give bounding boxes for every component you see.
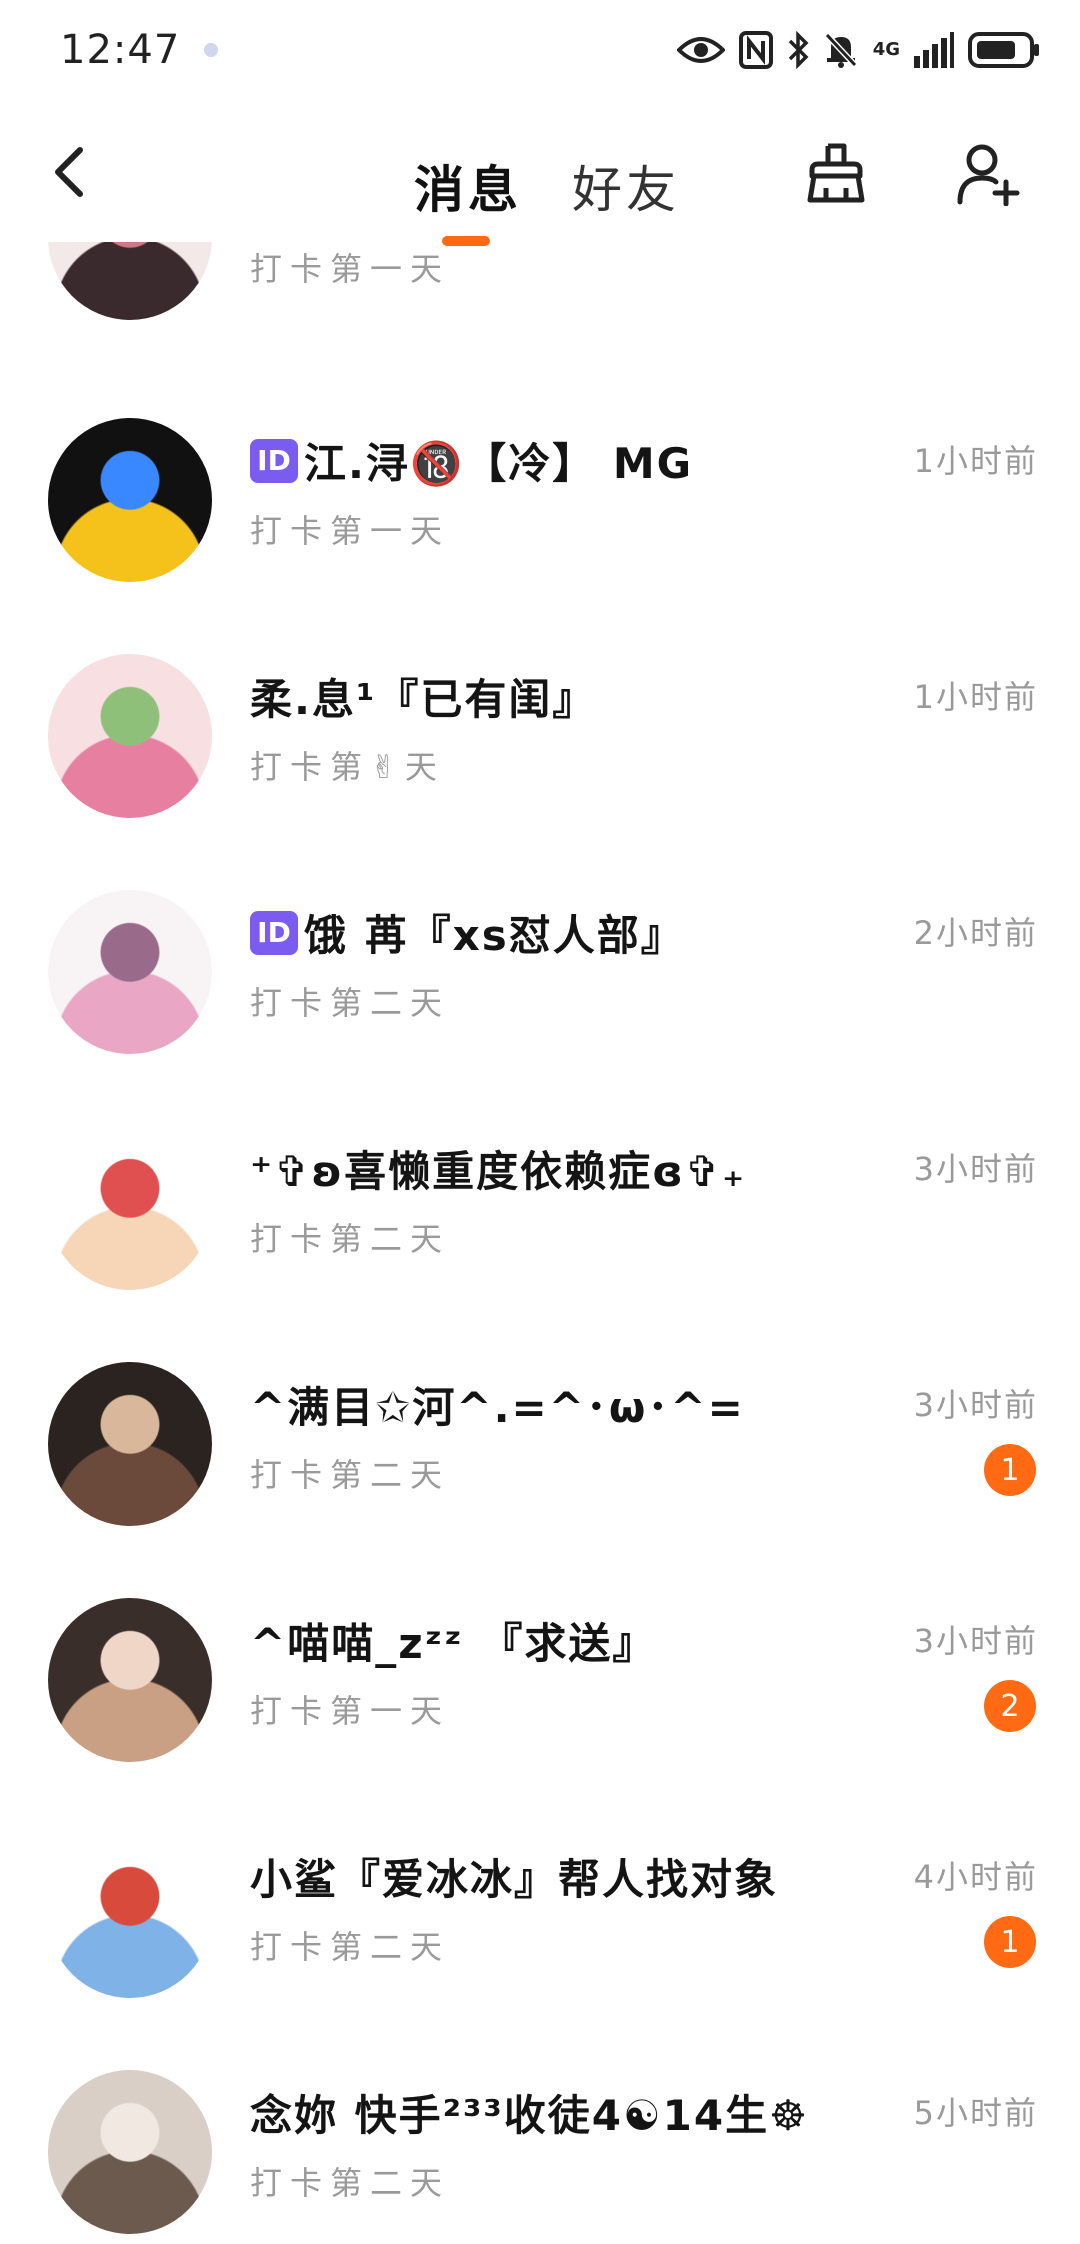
battery-icon <box>968 28 1040 72</box>
item-time: 3小时前 <box>913 1150 1038 1188</box>
bluetooth-icon <box>787 28 809 72</box>
tab-friends[interactable]: 好友 <box>572 150 680 222</box>
unread-badge: 1 <box>984 1444 1036 1496</box>
item-time: 1小时前 <box>913 442 1038 480</box>
item-name: 柔.息¹『已有闺』 <box>250 666 596 727</box>
item-name-text: 饿 苒『xs怼人部』 <box>304 911 685 960</box>
avatar <box>48 242 212 320</box>
item-name-text: 小鲨『爱冰冰』帮人找对象 <box>250 1855 779 1904</box>
item-time: 3小时前 <box>913 1622 1038 1660</box>
item-subtitle: 打卡第一天 <box>250 512 451 550</box>
item-subtitle: 打卡第✌天 <box>250 748 445 786</box>
list-item[interactable]: ^喵喵_zᶻᶻ 『求送』 打卡第一天 3小时前 2 <box>0 1598 1080 1834</box>
network-type-label: 4G <box>872 39 900 60</box>
avatar <box>48 1126 212 1290</box>
item-name: 小鲨『爱冰冰』帮人找对象 <box>250 1846 778 1907</box>
list-item[interactable]: ^满目✩河^.=^･ω･^= 打卡第二天 3小时前 1 <box>0 1362 1080 1598</box>
item-name: ID 江.浔🔞【冷】 MG <box>250 430 693 491</box>
list-item[interactable]: ⁺✞ʚ喜懒重度依赖症ɞ✞₊ 打卡第二天 3小时前 <box>0 1126 1080 1362</box>
item-time: 1小时前 <box>913 678 1038 716</box>
screen: 12:47 4G 消息 好友 打卡第一天 ID 江.浔🔞【冷】 MG 打卡第一天… <box>0 0 1080 2244</box>
broom-icon <box>807 143 865 203</box>
nfc-icon <box>738 28 773 72</box>
signal-icon <box>914 28 954 72</box>
nav-bar: 消息 好友 <box>0 120 1080 250</box>
chevron-left-icon <box>55 147 83 197</box>
status-time: 12:47 <box>60 27 181 73</box>
item-name: ^喵喵_zᶻᶻ 『求送』 <box>250 1610 656 1671</box>
notification-dot-icon <box>204 43 219 57</box>
item-subtitle: 打卡第一天 <box>250 250 451 288</box>
item-time: 5小时前 <box>913 2094 1038 2132</box>
list-item[interactable]: ID 江.浔🔞【冷】 MG 打卡第一天 1小时前 <box>0 418 1080 654</box>
avatar <box>48 1362 212 1526</box>
item-name: ^满目✩河^.=^･ω･^= <box>250 1374 745 1435</box>
id-badge-icon: ID <box>250 438 298 483</box>
item-name-text: 念妳 快手²³³收徒4☯14生☸ <box>250 2091 809 2140</box>
item-subtitle: 打卡第一天 <box>250 1692 451 1730</box>
add-user-icon <box>957 144 1020 206</box>
id-badge-icon: ID <box>250 910 298 955</box>
tab-messages[interactable]: 消息 <box>414 150 522 222</box>
status-icons: 4G <box>676 28 1040 72</box>
item-name: ID 饿 苒『xs怼人部』 <box>250 902 685 963</box>
status-bar: 12:47 4G <box>0 0 1080 100</box>
item-subtitle: 打卡第二天 <box>250 1220 451 1258</box>
item-time: 3小时前 <box>913 1386 1038 1424</box>
item-name-text: 江.浔🔞【冷】 MG <box>304 439 694 488</box>
item-time: 4小时前 <box>913 1858 1038 1896</box>
message-list[interactable]: 打卡第一天 ID 江.浔🔞【冷】 MG 打卡第一天 1小时前 柔.息¹『已有闺』… <box>0 242 1080 2244</box>
item-time: 2小时前 <box>913 914 1038 952</box>
add-friend-button[interactable] <box>952 138 1024 210</box>
mute-bell-icon <box>823 28 859 72</box>
avatar <box>48 654 212 818</box>
avatar <box>48 1598 212 1762</box>
avatar <box>48 890 212 1054</box>
item-subtitle: 打卡第二天 <box>250 1928 451 1966</box>
list-item[interactable]: ID 饿 苒『xs怼人部』 打卡第二天 2小时前 <box>0 890 1080 1126</box>
item-subtitle: 打卡第二天 <box>250 984 451 1022</box>
item-name: ⁺✞ʚ喜懒重度依赖症ɞ✞₊ <box>250 1138 746 1199</box>
network-type-icon: 4G <box>873 28 900 72</box>
list-item[interactable]: 打卡第一天 <box>0 242 1080 392</box>
item-subtitle: 打卡第二天 <box>250 1456 451 1494</box>
eye-icon <box>676 28 725 72</box>
item-subtitle: 打卡第二天 <box>250 2164 451 2202</box>
item-name: 念妳 快手²³³收徒4☯14生☸ <box>250 2082 809 2143</box>
list-item[interactable]: 小鲨『爱冰冰』帮人找对象 打卡第二天 4小时前 1 <box>0 1834 1080 2070</box>
avatar <box>48 2070 212 2234</box>
list-item[interactable]: 念妳 快手²³³收徒4☯14生☸ 打卡第二天 5小时前 <box>0 2070 1080 2244</box>
avatar <box>48 1834 212 1998</box>
unread-badge: 1 <box>984 1916 1036 1968</box>
item-name-text: 柔.息¹『已有闺』 <box>250 675 597 724</box>
clear-unread-button[interactable] <box>800 138 872 210</box>
back-button[interactable] <box>40 142 100 202</box>
item-name-text: ^喵喵_zᶻᶻ 『求送』 <box>250 1619 657 1668</box>
avatar <box>48 418 212 582</box>
item-name-text: ^满目✩河^.=^･ω･^= <box>250 1383 745 1432</box>
list-item[interactable]: 柔.息¹『已有闺』 打卡第✌天 1小时前 <box>0 654 1080 890</box>
unread-badge: 2 <box>984 1680 1036 1732</box>
item-name-text: ⁺✞ʚ喜懒重度依赖症ɞ✞₊ <box>250 1147 747 1196</box>
